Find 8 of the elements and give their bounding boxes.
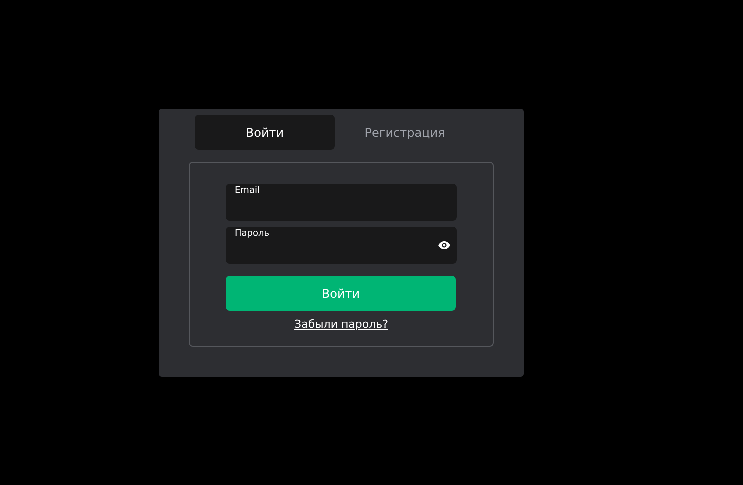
forgot-password-link[interactable]: Забыли пароль?: [294, 317, 388, 334]
tab[interactable]: Войти: [195, 115, 335, 150]
field-label: Пароль: [235, 228, 270, 241]
input-field[interactable]: Email: [226, 184, 457, 221]
input-field[interactable]: Пароль: [226, 227, 457, 264]
field-label: Email: [235, 185, 260, 198]
tab[interactable]: Регистрация: [335, 115, 475, 150]
eye-icon[interactable]: [438, 241, 451, 250]
